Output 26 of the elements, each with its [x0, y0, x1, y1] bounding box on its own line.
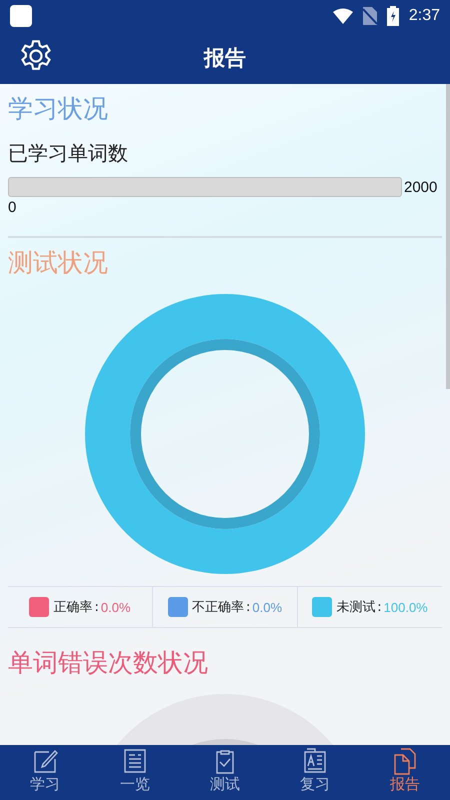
- nav-tab[interactable]: 一览: [90, 745, 180, 800]
- no-sim-icon: [362, 7, 377, 25]
- label-separator: :: [94, 600, 99, 614]
- legend-value: 0.0%: [100, 600, 131, 614]
- legend-label: 正确率: [53, 599, 92, 616]
- legend-label: 未测试: [336, 599, 376, 616]
- label-separator: :: [246, 600, 250, 614]
- clock: 2:37: [408, 7, 440, 25]
- nav-tab[interactable]: 报告: [360, 745, 450, 800]
- nav-tab[interactable]: 复习: [270, 745, 360, 800]
- section-heading: 单词错误次数状况: [8, 647, 209, 679]
- app-icon: [10, 5, 32, 27]
- nav-tab[interactable]: 学习: [0, 745, 90, 800]
- max-value: 2000: [404, 178, 438, 196]
- legend-label: 不正确率: [192, 599, 244, 616]
- min-value: 0: [8, 199, 18, 216]
- nav-tab[interactable]: 测试: [180, 745, 270, 800]
- label-separator: :: [377, 600, 382, 614]
- battery-icon: [386, 6, 399, 26]
- legend-value: 100.0%: [384, 600, 428, 614]
- page-title: 报告: [204, 45, 246, 72]
- wifi-icon: [332, 8, 353, 24]
- section-heading: 学习状况: [8, 93, 109, 125]
- progress-label: 已学习单词数: [8, 140, 129, 167]
- legend-value: 0.0%: [252, 600, 282, 614]
- section-heading: 测试状况: [8, 247, 109, 279]
